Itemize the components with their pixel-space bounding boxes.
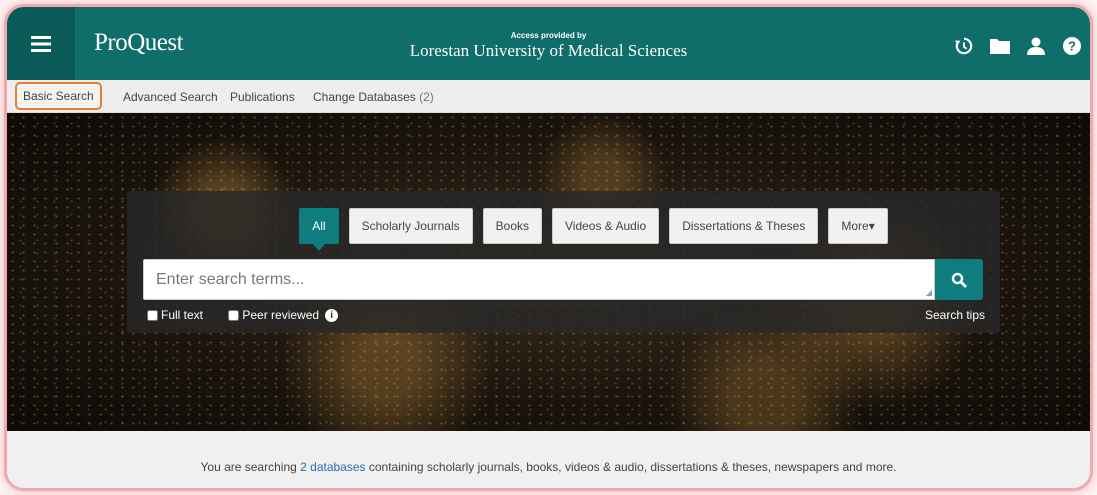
tab-videos-audio[interactable]: Videos & Audio bbox=[552, 208, 660, 244]
top-bar: ProQuest Access provided by Lorestan Uni… bbox=[7, 7, 1090, 80]
access-provided-label: Access provided by bbox=[510, 31, 587, 40]
tab-books[interactable]: Books bbox=[482, 208, 542, 244]
peer-reviewed-label: Peer reviewed bbox=[242, 308, 320, 322]
full-text-checkbox[interactable] bbox=[147, 309, 158, 321]
peer-reviewed-option[interactable]: Peer reviewed i bbox=[228, 308, 339, 322]
access-banner: Access provided by Lorestan University o… bbox=[7, 31, 1090, 61]
info-icon[interactable]: i bbox=[325, 308, 339, 322]
header-icons: ? bbox=[946, 37, 1090, 60]
source-type-tabs: All Scholarly Journals Books Videos & Au… bbox=[127, 208, 1000, 251]
full-text-label: Full text bbox=[161, 308, 204, 322]
tab-scholarly-journals[interactable]: Scholarly Journals bbox=[348, 208, 473, 244]
databases-count: (2) bbox=[419, 90, 434, 104]
help-icon[interactable]: ? bbox=[1054, 37, 1090, 60]
tab-all[interactable]: All bbox=[299, 208, 339, 251]
search-panel: All Scholarly Journals Books Videos & Au… bbox=[127, 191, 1000, 333]
full-text-option[interactable]: Full text bbox=[147, 308, 203, 322]
nav-basic-search[interactable]: Basic Search bbox=[15, 82, 102, 110]
search-options: Full text Peer reviewed i Search tips bbox=[147, 308, 985, 324]
search-tips-link[interactable]: Search tips bbox=[925, 308, 985, 322]
tab-more[interactable]: More▾ bbox=[828, 208, 888, 244]
search-button[interactable] bbox=[935, 259, 983, 300]
hero-background: All Scholarly Journals Books Videos & Au… bbox=[7, 113, 1090, 431]
databases-link[interactable]: 2 databases bbox=[300, 460, 365, 474]
institution-name: Lorestan University of Medical Sciences bbox=[409, 41, 688, 60]
info-suffix: containing scholarly journals, books, vi… bbox=[365, 460, 897, 474]
peer-reviewed-checkbox[interactable] bbox=[228, 309, 240, 321]
search-nav: Basic Search Advanced Search Publication… bbox=[7, 80, 1090, 113]
search-icon bbox=[951, 272, 967, 288]
nav-change-databases[interactable]: Change Databases (2) bbox=[313, 90, 434, 104]
nav-advanced-search[interactable]: Advanced Search bbox=[123, 90, 218, 104]
nav-publications[interactable]: Publications bbox=[230, 90, 295, 104]
info-prefix: You are searching bbox=[200, 460, 301, 474]
databases-info-text: You are searching 2 databases containing… bbox=[7, 460, 1090, 474]
change-databases-label: Change Databases bbox=[313, 90, 416, 104]
resize-handle-icon[interactable]: ◢ bbox=[926, 288, 932, 297]
history-icon[interactable] bbox=[946, 37, 982, 60]
search-box: ◢ bbox=[143, 259, 935, 300]
search-input[interactable] bbox=[144, 260, 934, 299]
user-icon[interactable] bbox=[1018, 37, 1054, 60]
browser-frame: ProQuest Access provided by Lorestan Uni… bbox=[4, 4, 1093, 491]
folder-icon[interactable] bbox=[982, 37, 1018, 60]
tab-dissertations-theses[interactable]: Dissertations & Theses bbox=[669, 208, 819, 244]
footer-info: You are searching 2 databases containing… bbox=[7, 431, 1090, 488]
svg-text:?: ? bbox=[1068, 39, 1076, 54]
